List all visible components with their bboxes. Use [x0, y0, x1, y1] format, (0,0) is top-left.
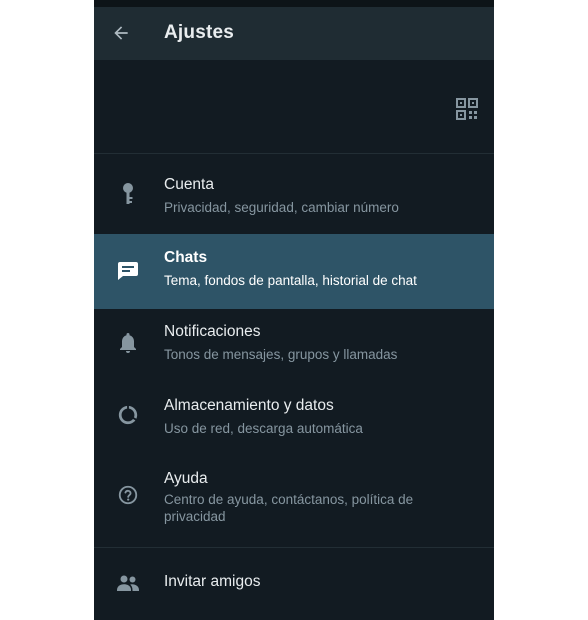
menu-item-subtitle: Uso de red, descarga automática [164, 421, 363, 436]
menu-item-ayuda[interactable]: Ayuda Centro de ayuda, contáctanos, polí… [94, 457, 494, 547]
qr-code-icon [456, 98, 478, 120]
bell-icon [116, 331, 140, 355]
menu-item-almacenamiento[interactable]: Almacenamiento y datos Uso de red, desca… [94, 383, 494, 457]
menu-item-label: Chats [164, 249, 208, 266]
menu-item-label: Cuenta [164, 176, 214, 193]
key-icon [116, 182, 140, 206]
menu-item-subtitle: Privacidad, seguridad, cambiar número [164, 200, 399, 215]
back-button[interactable] [108, 20, 134, 46]
data-usage-icon [116, 403, 140, 427]
menu-item-cuenta[interactable]: Cuenta Privacidad, seguridad, cambiar nú… [94, 160, 494, 234]
arrow-left-icon [114, 26, 128, 40]
chat-icon [116, 258, 140, 282]
page-title: Ajustes [164, 22, 235, 43]
settings-screen: Ajustes Cuenta Privacidad, seguridad, ca… [94, 0, 494, 620]
menu-item-chats[interactable]: Chats Tema, fondos de pantalla, historia… [94, 234, 494, 309]
status-bar [94, 0, 494, 7]
menu-item-subtitle: Tema, fondos de pantalla, historial de c… [164, 273, 417, 288]
app-bar: Ajustes [94, 7, 494, 60]
menu-item-invitar[interactable]: Invitar amigos [94, 555, 494, 610]
menu-item-subtitle: Tonos de mensajes, grupos y llamadas [164, 347, 398, 362]
profile-area[interactable] [94, 60, 494, 153]
menu-item-subtitle: Centro de ayuda, contáctanos, política d… [164, 492, 414, 524]
divider [94, 547, 494, 548]
menu-item-label: Almacenamiento y datos [164, 397, 334, 414]
qr-code-button[interactable] [453, 95, 481, 123]
people-icon [116, 571, 140, 595]
help-icon [116, 483, 140, 507]
menu-item-notificaciones[interactable]: Notificaciones Tonos de mensajes, grupos… [94, 309, 494, 383]
menu-item-label: Ayuda [164, 470, 208, 487]
menu-item-label: Invitar amigos [164, 573, 261, 590]
divider [94, 153, 494, 154]
menu-item-label: Notificaciones [164, 323, 261, 340]
